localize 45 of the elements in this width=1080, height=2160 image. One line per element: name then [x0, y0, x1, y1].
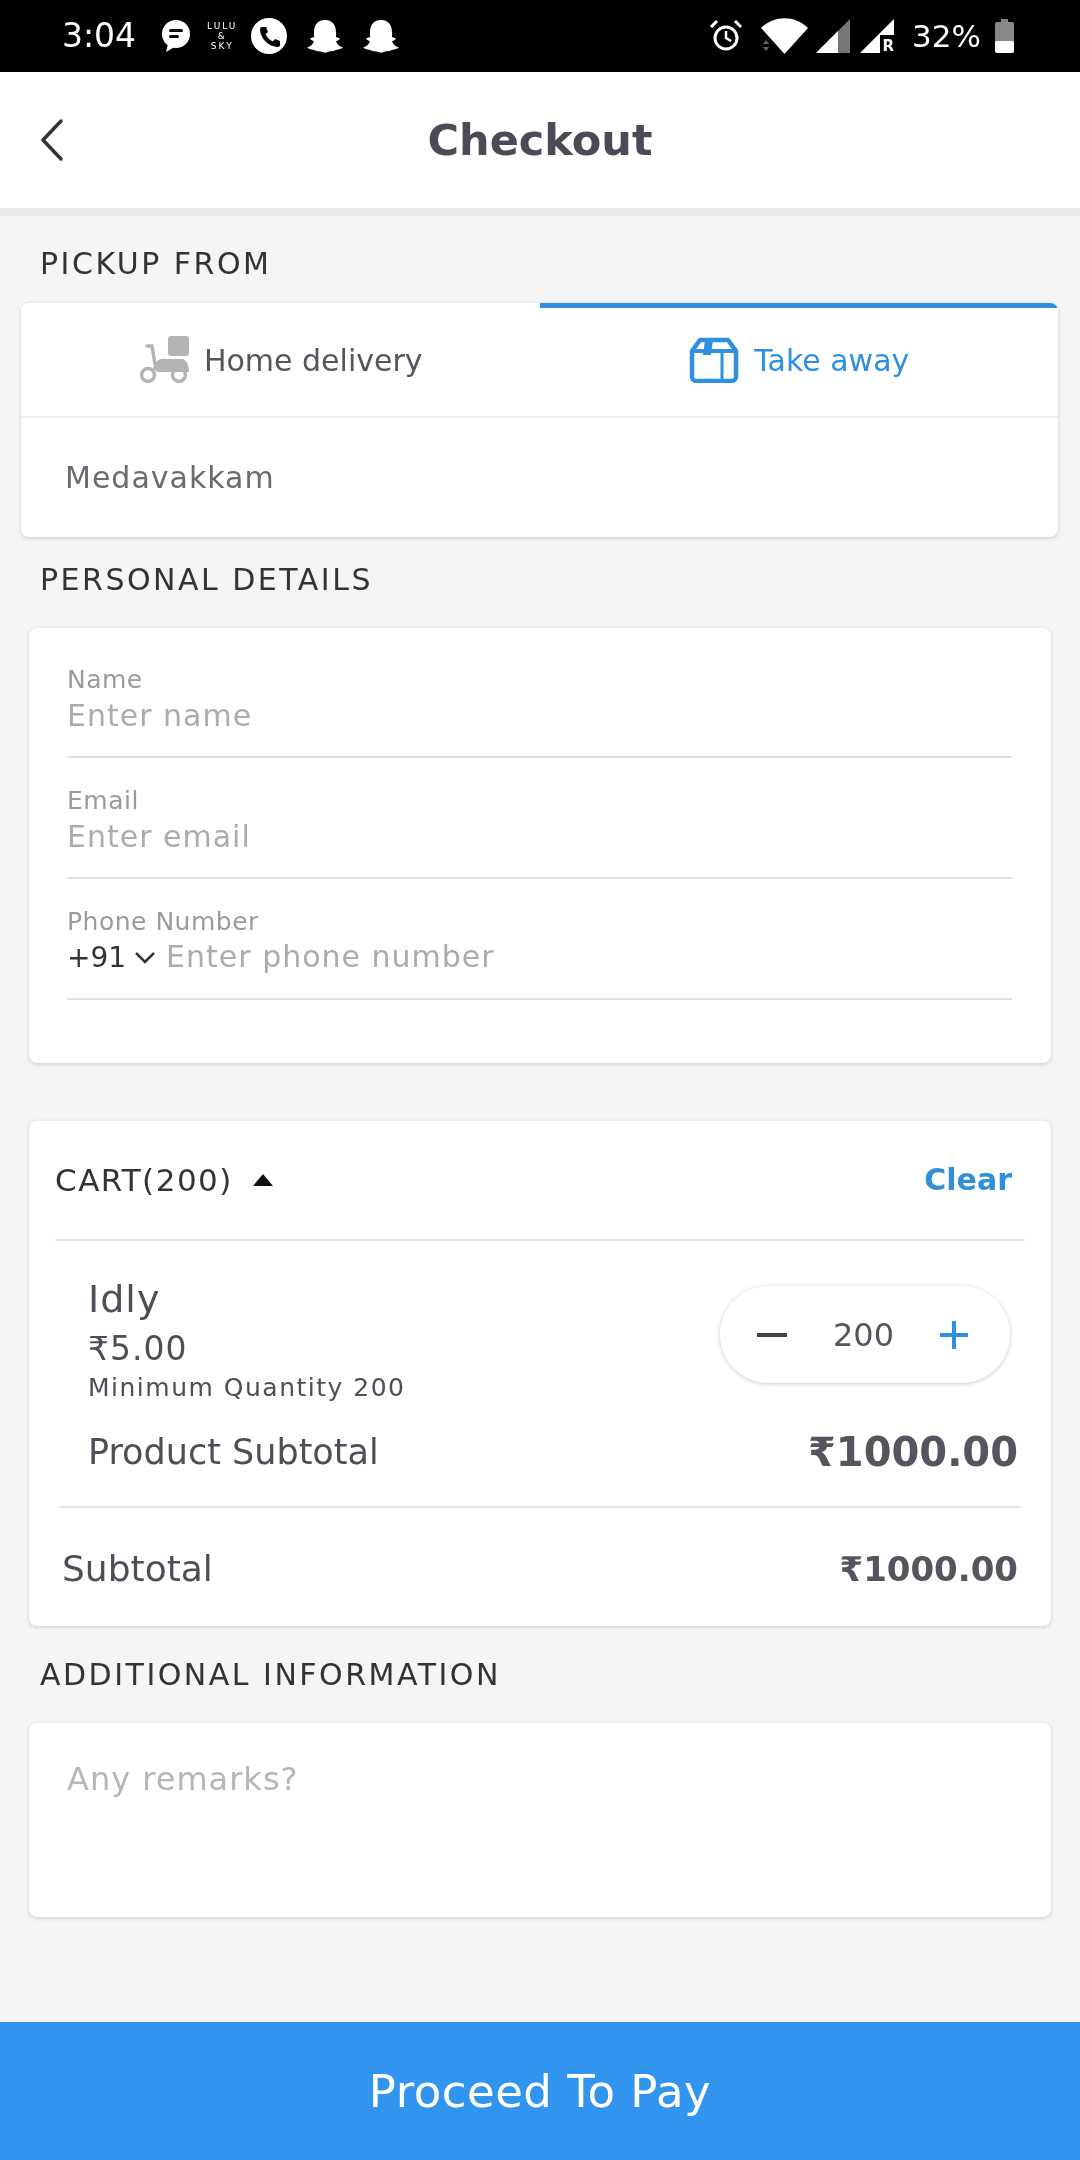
product-subtotal-value: ₹1000.00 [807, 1430, 1018, 1474]
roaming-indicator: R [882, 38, 895, 55]
clear-button[interactable]: Clear [924, 1160, 1012, 1200]
battery-percentage: 32% [912, 17, 981, 55]
section-label: PICKUP FROM [39, 246, 273, 282]
pickup-location: Medavakkam [65, 458, 275, 497]
signal-icon [816, 19, 851, 53]
app-logo-text: LULU & SKY [207, 21, 238, 51]
product-name: Idly [88, 1276, 162, 1322]
field-label: Phone Number [67, 907, 260, 937]
ghost-icon [307, 19, 344, 53]
phone-icon [251, 18, 288, 54]
cart-title: CART(200) [55, 1161, 233, 1200]
product-price: ₹5.00 [88, 1329, 189, 1369]
battery-icon [995, 19, 1014, 53]
wifi-icon [761, 18, 809, 54]
ghost-icon [363, 19, 400, 53]
section-label: PERSONAL DETAILS [39, 562, 374, 598]
pickup-tab[interactable]: Home delivery [21, 303, 540, 416]
message-icon [160, 19, 193, 53]
field-label: Name [67, 665, 144, 695]
section-label: ADDITIONAL INFORMATION [39, 1657, 502, 1693]
box-icon [688, 337, 741, 383]
country-code-button[interactable]: +91 [67, 937, 157, 977]
quantity-value: 200 [832, 1314, 895, 1355]
minimum-quantity-note: Minimum Quantity 200 [88, 1373, 406, 1403]
back-icon[interactable] [40, 118, 64, 162]
product-subtotal-label: Product Subtotal [88, 1431, 379, 1474]
scooter-icon [137, 336, 190, 384]
input-field[interactable]: Enter name [67, 695, 1012, 758]
plus-icon[interactable] [940, 1320, 968, 1349]
page-title: Checkout [427, 114, 653, 166]
caret-icon[interactable] [252, 1174, 273, 1186]
clock-time: 3:04 [62, 16, 137, 56]
pickup-tab[interactable]: Take away [539, 303, 1058, 416]
input-field[interactable]: Enter email [67, 816, 1012, 879]
phone-input-field[interactable]: Enter phone number [166, 937, 1012, 977]
subtotal-value: ₹1000.00 [839, 1548, 1018, 1591]
subtotal-label: Subtotal [62, 1547, 213, 1591]
alarm-clock-icon [710, 20, 743, 52]
remarks-field[interactable]: Any remarks? [29, 1723, 1051, 1917]
field-label: Email [67, 786, 140, 816]
proceed-button[interactable]: Proceed To Pay [0, 2022, 1080, 2160]
chevron-down-icon [134, 950, 157, 964]
minus-icon[interactable] [757, 1332, 787, 1337]
